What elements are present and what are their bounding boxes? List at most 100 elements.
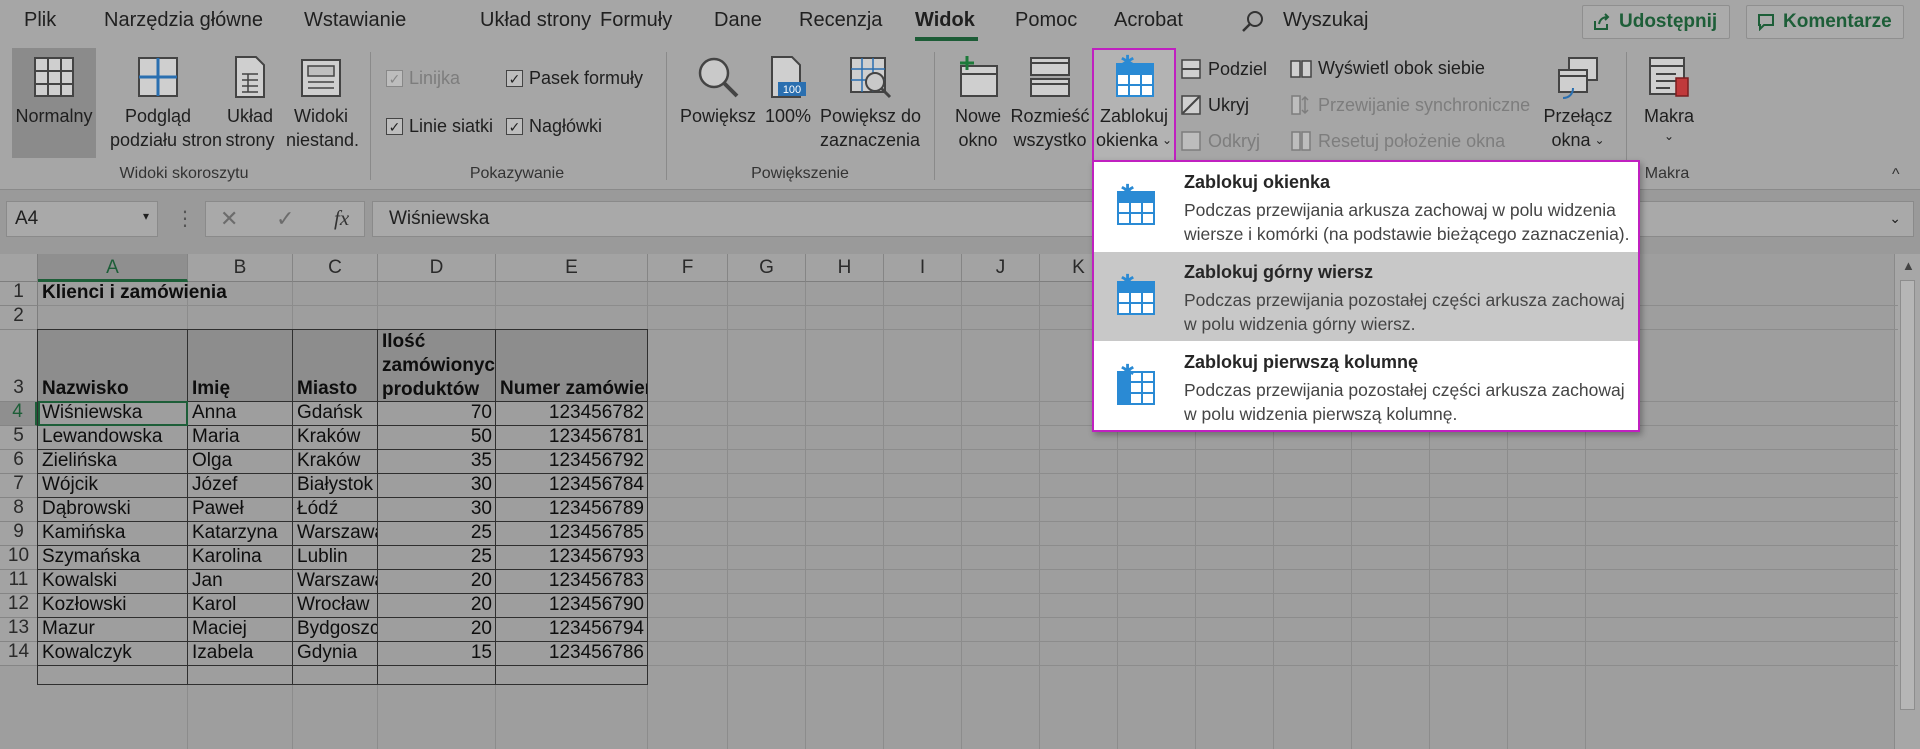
unhide-button[interactable]: Odkryj (1180, 130, 1260, 152)
tab-review[interactable]: Recenzja (799, 9, 882, 32)
headings-checkbox[interactable]: ✓ Nagłówki (506, 116, 602, 137)
confirm-icon[interactable]: ✓ (276, 206, 294, 232)
normal-view-button[interactable]: Normalny (12, 48, 96, 158)
row-header-1[interactable]: 1 (0, 281, 38, 306)
menu-bar: Plik Narzędzia główne Wstawianie Układ s… (0, 0, 1920, 44)
column-header-d[interactable]: D (378, 254, 496, 282)
more-options-icon[interactable]: ⋮ (175, 206, 195, 231)
column-header-g[interactable]: G (728, 254, 806, 282)
scroll-thumb[interactable] (1900, 280, 1915, 710)
row-header-12[interactable]: 12 (0, 593, 38, 618)
checkbox-checked-icon: ✓ (506, 118, 523, 135)
select-all-corner[interactable] (0, 254, 38, 282)
name-box[interactable]: A4 ▾ (6, 201, 158, 237)
freeze-first-column-option[interactable]: ✱ Zablokuj pierwszą kolumnę Podczas przewi… (1094, 342, 1638, 431)
svg-text:100: 100 (783, 84, 801, 96)
comments-button[interactable]: Komentarze (1746, 5, 1904, 39)
column-header-e[interactable]: E (496, 254, 648, 282)
svg-text:✱: ✱ (1120, 272, 1135, 292)
tab-formulas[interactable]: Formuły (600, 9, 672, 32)
column-header-i[interactable]: I (884, 254, 962, 282)
chevron-down-icon: ⌄ (1663, 129, 1675, 143)
group-show-label: Pokazywanie (469, 165, 565, 182)
gridline (1039, 282, 1040, 749)
freeze-panes-option[interactable]: ✱ Zablokuj okienka Podczas przewijania ark… (1094, 162, 1638, 251)
column-header-c[interactable]: C (293, 254, 378, 282)
sheet-title[interactable]: Klienci i zamówienia (38, 282, 438, 306)
scroll-up-icon[interactable]: ▲ (1902, 258, 1915, 273)
row-header-5[interactable]: 5 (0, 425, 38, 450)
tab-view[interactable]: Widok (915, 9, 975, 32)
hide-button[interactable]: Ukryj (1180, 94, 1249, 116)
custom-views-button[interactable]: Widoki niestand. (286, 48, 359, 152)
page-break-preview-button[interactable]: Podgląd podziału stron (110, 48, 222, 152)
gridline (961, 282, 962, 749)
new-window-button[interactable]: Nowe okno (948, 48, 1008, 152)
chevron-down-icon[interactable]: ▾ (143, 209, 149, 223)
zoom-button[interactable]: Powiększ (680, 48, 756, 128)
formula-bar-checkbox[interactable]: ✓ Pasek formuły (506, 68, 643, 89)
row-header-2[interactable]: 2 (0, 305, 38, 330)
row-header-9[interactable]: 9 (0, 521, 38, 546)
row-header-10[interactable]: 10 (0, 545, 38, 570)
freeze-panes-button[interactable]: ✱ Zablokuj okienka ⌄ (1092, 48, 1176, 162)
tab-insert[interactable]: Wstawianie (304, 9, 406, 32)
zoom-selection-icon (850, 57, 892, 99)
row-header-11[interactable]: 11 (0, 569, 38, 594)
tab-file[interactable]: Plik (24, 9, 56, 32)
tab-page-layout[interactable]: Układ strony (480, 9, 591, 32)
column-header-b[interactable]: B (188, 254, 293, 282)
arrange-all-button[interactable]: Rozmieść wszystko (1010, 48, 1090, 152)
zoom-to-selection-button[interactable]: Powiększ do zaznaczenia (820, 48, 921, 152)
ruler-checkbox[interactable]: ✓ Linijka (386, 68, 460, 89)
search-box[interactable]: Wyszukaj (1283, 9, 1368, 32)
custom-views-icon (301, 59, 341, 97)
reset-window-position-button[interactable]: Resetuj położenie okna (1290, 130, 1505, 152)
row-header-13[interactable]: 13 (0, 617, 38, 642)
column-header-j[interactable]: J (962, 254, 1040, 282)
side-by-side-icon (1290, 59, 1312, 78)
table-column-border (377, 329, 496, 685)
macros-button[interactable]: Makra ⌄ (1636, 48, 1702, 144)
column-header-h[interactable]: H (806, 254, 884, 282)
group-separator (666, 52, 667, 180)
zoom-100-button[interactable]: 100 100% (762, 48, 814, 128)
freeze-panes-menu: ✱ Zablokuj okienka Podczas przewijania ark… (1092, 160, 1640, 432)
page-layout-button[interactable]: Układ strony (222, 48, 278, 152)
group-macros-label: Makra (1644, 165, 1690, 182)
checkbox-checked-icon: ✓ (506, 70, 523, 87)
active-tab-indicator (915, 37, 978, 41)
column-header-a[interactable]: A (38, 254, 188, 282)
tab-home[interactable]: Narzędzia główne (104, 9, 263, 32)
sync-scroll-icon (1291, 95, 1309, 115)
view-side-by-side-button[interactable]: Wyświetl obok siebie (1290, 58, 1485, 79)
search-icon[interactable] (1240, 9, 1266, 35)
checkbox-checked-icon: ✓ (386, 70, 403, 87)
row-header-8[interactable]: 8 (0, 497, 38, 522)
row-header-14[interactable]: 14 (0, 641, 38, 666)
tab-acrobat[interactable]: Acrobat (1114, 9, 1183, 32)
freeze-top-row-option[interactable]: ✱ Zablokuj górny wiersz Podczas przewijani… (1094, 252, 1638, 341)
split-button[interactable]: Podziel (1180, 58, 1267, 80)
normal-view-icon (34, 57, 74, 97)
tab-help[interactable]: Pomoc (1015, 9, 1077, 32)
table-row-border (38, 497, 648, 498)
menu-item-description: Podczas przewijania arkusza zachowaj w p… (1184, 200, 1630, 244)
row-header-6[interactable]: 6 (0, 449, 38, 474)
expand-formula-icon[interactable]: ⌄ (1889, 210, 1901, 227)
insert-function-icon[interactable]: fx (334, 206, 349, 231)
gridlines-checkbox[interactable]: ✓ Linie siatki (386, 116, 493, 137)
synchronous-scrolling-button[interactable]: Przewijanie synchroniczne (1290, 94, 1530, 116)
row-header-3[interactable]: 3 (0, 330, 38, 402)
row-header-4[interactable]: 4 (0, 401, 38, 426)
switch-windows-button[interactable]: Przełącz okna ⌄ (1538, 48, 1618, 152)
row-header-7[interactable]: 7 (0, 473, 38, 498)
collapse-ribbon-icon[interactable]: ^ (1892, 166, 1900, 184)
cancel-icon[interactable]: ✕ (220, 206, 238, 232)
table-row-border (38, 593, 648, 594)
tab-data[interactable]: Dane (714, 9, 762, 32)
share-button[interactable]: Udostępnij (1582, 5, 1730, 39)
column-header-f[interactable]: F (648, 254, 728, 282)
svg-text:✱: ✱ (1120, 182, 1135, 202)
table-row-border (38, 569, 648, 570)
